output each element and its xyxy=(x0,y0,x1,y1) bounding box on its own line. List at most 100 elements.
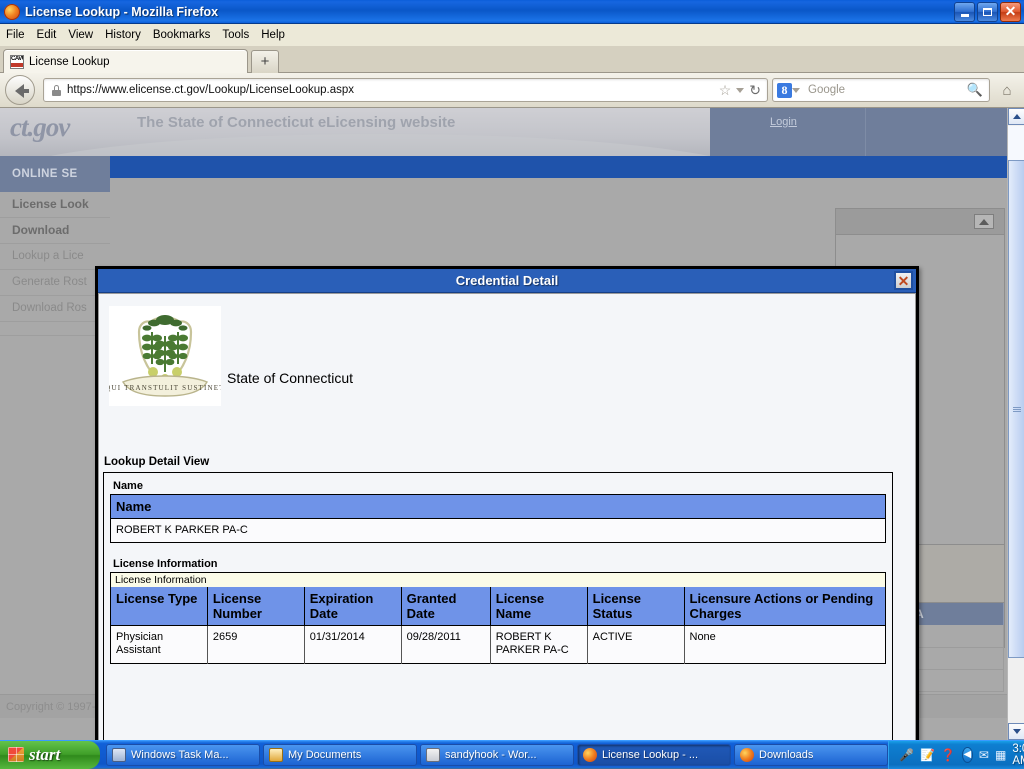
microphone-icon[interactable]: 🎤 xyxy=(899,748,914,762)
detail-box: Name Name ROBERT K PARKER PA-C xyxy=(103,472,893,740)
url-text: https://www.elicense.ct.gov/Lookup/Licen… xyxy=(67,84,719,96)
license-information-table: License Type License Number Expiration D… xyxy=(110,587,886,664)
page-scrollbar[interactable] xyxy=(1007,108,1024,740)
taskbar-item-my-documents[interactable]: My Documents xyxy=(263,744,417,766)
chevron-down-icon[interactable] xyxy=(736,88,744,93)
col-granted-date: Granted Date xyxy=(401,587,490,626)
help-icon[interactable]: ❓ xyxy=(941,748,956,762)
menu-view[interactable]: View xyxy=(68,29,93,41)
start-label: start xyxy=(29,745,60,765)
license-section-label: License Information xyxy=(113,558,886,570)
scrollbar-thumb[interactable] xyxy=(1008,160,1024,658)
show-hidden-icons-chevron-icon[interactable]: ◀ xyxy=(962,747,973,763)
sidebar: ONLINE SE License Look Download Lookup a… xyxy=(0,156,110,446)
connecticut-state-seal-icon: QUI TRANSTULIT SUSTINET xyxy=(109,306,221,406)
scroll-up-button[interactable] xyxy=(1008,108,1024,125)
reload-icon[interactable]: ↻ xyxy=(749,83,761,97)
taskbar-item-sandyhook-word[interactable]: sandyhook - Wor... xyxy=(420,744,574,766)
menu-help[interactable]: Help xyxy=(261,29,285,41)
window-title: License Lookup - Mozilla Firefox xyxy=(25,5,218,19)
lookup-detail-view-heading: Lookup Detail View xyxy=(104,456,209,468)
sidebar-item-license-lookup[interactable]: License Look xyxy=(0,192,110,218)
chevron-up-icon xyxy=(979,219,989,225)
sidebar-header-label: ONLINE SE xyxy=(12,168,78,180)
license-table-header-row: License Type License Number Expiration D… xyxy=(111,587,886,626)
sidebar-divider xyxy=(0,322,110,336)
home-icon[interactable]: ⌂ xyxy=(994,82,1020,99)
col-license-name: License Name xyxy=(490,587,587,626)
name-section-label: Name xyxy=(113,480,886,492)
taskbar-item-label: My Documents xyxy=(288,749,361,761)
sidebar-item-download[interactable]: Download xyxy=(0,218,110,244)
menu-history[interactable]: History xyxy=(105,29,141,41)
cell-license-type: Physician Assistant xyxy=(111,626,208,664)
svg-text:QUI TRANSTULIT SUSTINET: QUI TRANSTULIT SUSTINET xyxy=(109,384,221,392)
scroll-down-button[interactable] xyxy=(1008,723,1024,740)
collapse-panel-button[interactable] xyxy=(974,214,994,229)
sidebar-item-lookup-license[interactable]: Lookup a Lice xyxy=(0,244,110,270)
menu-file[interactable]: File xyxy=(6,29,25,41)
sidebar-item-download-roster[interactable]: Download Ros xyxy=(0,296,110,322)
minimize-button[interactable] xyxy=(954,2,975,22)
table-row: ROBERT K PARKER PA-C xyxy=(111,519,886,543)
notepad-icon[interactable]: 📝 xyxy=(920,748,935,762)
col-license-type: License Type xyxy=(111,587,208,626)
name-table-header-row: Name xyxy=(111,495,886,519)
chevron-up-icon xyxy=(1013,114,1021,119)
lock-icon xyxy=(52,85,61,96)
window-titlebar: License Lookup - Mozilla Firefox ✕ xyxy=(0,0,1024,24)
dialog-title: Credential Detail xyxy=(456,273,559,288)
col-expiration-date: Expiration Date xyxy=(304,587,401,626)
menu-bookmarks[interactable]: Bookmarks xyxy=(153,29,211,41)
task-manager-icon xyxy=(112,748,126,762)
site-banner: ct.gov The State of Connecticut eLicensi… xyxy=(0,108,710,156)
taskbar-item-downloads[interactable]: Downloads xyxy=(734,744,888,766)
search-input[interactable]: Google xyxy=(808,84,967,96)
results-panel-header xyxy=(836,209,1004,235)
mail-icon[interactable]: ✉ xyxy=(979,748,989,762)
address-bar[interactable]: https://www.elicense.ct.gov/Lookup/Licen… xyxy=(43,78,768,102)
dialog-close-button[interactable]: ✕ xyxy=(894,271,913,290)
tab-license-lookup[interactable]: CAVU License Lookup xyxy=(3,49,248,73)
network-icon[interactable]: ▦ xyxy=(995,748,1006,762)
scrollbar-track[interactable] xyxy=(1008,126,1024,160)
maximize-restore-button[interactable] xyxy=(977,2,998,22)
tab-label: License Lookup xyxy=(29,56,110,68)
sidebar-header: ONLINE SE xyxy=(0,156,110,192)
chevron-down-icon xyxy=(1013,729,1021,734)
taskbar-item-label: sandyhook - Wor... xyxy=(445,749,537,761)
windows-taskbar: start Windows Task Ma... My Documents sa… xyxy=(0,740,1024,768)
col-license-status: License Status xyxy=(587,587,684,626)
search-bar[interactable]: 8 Google 🔍 xyxy=(772,78,990,102)
firefox-icon xyxy=(583,748,597,762)
col-license-number: License Number xyxy=(207,587,304,626)
dialog-titlebar: Credential Detail ✕ xyxy=(98,269,916,293)
google-icon[interactable]: 8 xyxy=(777,83,792,98)
bookmark-star-icon[interactable]: ☆ xyxy=(719,83,732,97)
cell-expiration-date: 01/31/2014 xyxy=(304,626,401,664)
search-icon[interactable]: 🔍 xyxy=(967,82,983,98)
menu-tools[interactable]: Tools xyxy=(222,29,249,41)
clock[interactable]: 3:08 AM xyxy=(1012,743,1024,767)
taskbar-item-windows-task-manager[interactable]: Windows Task Ma... xyxy=(106,744,260,766)
close-window-button[interactable]: ✕ xyxy=(1000,2,1021,22)
ctgov-logo[interactable]: ct.gov xyxy=(10,112,69,143)
back-button[interactable] xyxy=(5,75,35,105)
word-document-icon xyxy=(426,748,440,762)
search-engine-chevron-icon[interactable] xyxy=(792,88,800,93)
window-controls: ✕ xyxy=(954,2,1021,22)
banner-tagline: The State of Connecticut eLicensing webs… xyxy=(137,114,455,131)
name-value-cell: ROBERT K PARKER PA-C xyxy=(111,519,886,543)
new-tab-button[interactable]: + xyxy=(251,50,279,73)
tab-strip: CAVU License Lookup + xyxy=(0,46,1024,73)
name-table: Name ROBERT K PARKER PA-C xyxy=(110,494,886,543)
windows-flag-icon xyxy=(8,747,24,762)
taskbar-item-label: Windows Task Ma... xyxy=(131,749,229,761)
login-link[interactable]: Login xyxy=(770,116,797,128)
dialog-body: QUI TRANSTULIT SUSTINET State of Connect… xyxy=(98,293,916,740)
taskbar-items: Windows Task Ma... My Documents sandyhoo… xyxy=(106,744,888,766)
sidebar-item-generate-roster[interactable]: Generate Rost xyxy=(0,270,110,296)
taskbar-item-license-lookup[interactable]: License Lookup - ... xyxy=(577,744,731,766)
start-button[interactable]: start xyxy=(0,741,100,769)
menu-edit[interactable]: Edit xyxy=(37,29,57,41)
